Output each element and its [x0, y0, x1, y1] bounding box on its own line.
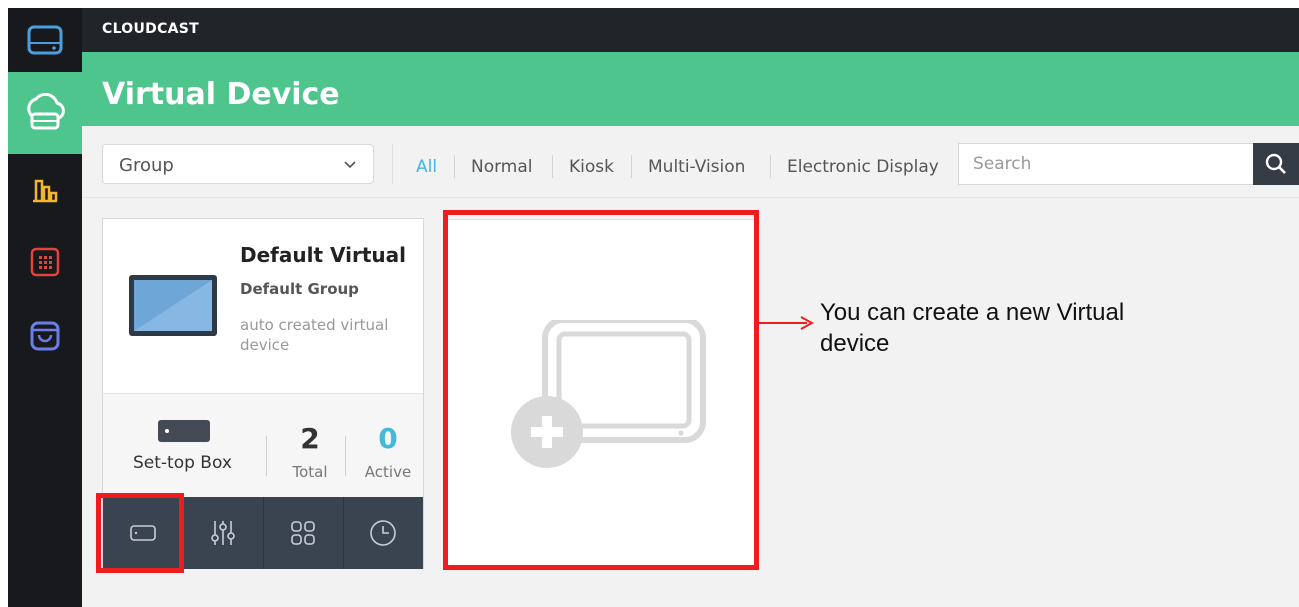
sidebar: [8, 8, 82, 607]
set-top-box-icon: [158, 420, 210, 442]
search-icon: [1265, 153, 1286, 174]
apps-button[interactable]: [263, 497, 343, 569]
sidebar-item-cloud-device[interactable]: [8, 72, 82, 154]
title-bar: Virtual Device: [82, 52, 1299, 126]
brand-name: CLOUDCAST: [102, 21, 200, 37]
tab-multi-vision[interactable]: Multi-Vision: [648, 157, 745, 177]
tab-divider: [631, 155, 632, 178]
sidebar-item-schedule[interactable]: [8, 230, 82, 294]
grid-calendar-icon: [30, 247, 60, 277]
device-card[interactable]: Default Virtual Default Group auto creat…: [102, 218, 424, 569]
clock-icon: [370, 520, 396, 546]
sidebar-item-store[interactable]: [8, 304, 82, 368]
main-content: Group All Normal Kiosk Multi-Vision Elec…: [82, 126, 1299, 607]
apps-grid-icon: [291, 521, 315, 545]
search-box: [958, 143, 1254, 185]
active-label: Active: [364, 463, 412, 481]
schedule-button[interactable]: [343, 497, 423, 569]
tab-divider: [454, 155, 455, 178]
storage-icon: [27, 25, 63, 55]
group-select[interactable]: Group: [102, 144, 374, 184]
tablet-device-icon: [129, 275, 217, 336]
stats-divider: [266, 436, 267, 476]
filter-bar: Group All Normal Kiosk Multi-Vision Elec…: [82, 126, 1299, 198]
device-description: auto created virtual device: [240, 316, 389, 354]
device-actions: [103, 497, 423, 569]
filter-divider: [392, 144, 393, 184]
set-top-box-icon: [130, 525, 156, 541]
search-input[interactable]: [959, 144, 1254, 184]
tab-electronic-display[interactable]: Electronic Display: [787, 157, 939, 177]
stats-divider: [345, 436, 346, 476]
total-label: Total: [292, 463, 328, 481]
bag-icon: [30, 321, 60, 351]
add-device-card[interactable]: [446, 219, 758, 569]
active-count: 0: [378, 422, 398, 455]
tab-kiosk[interactable]: Kiosk: [569, 157, 614, 177]
equalizer-icon: [211, 521, 235, 545]
sidebar-item-storage[interactable]: [8, 8, 82, 72]
tab-divider: [552, 155, 553, 178]
tab-divider: [770, 155, 771, 178]
search-button[interactable]: [1253, 143, 1299, 185]
settings-button[interactable]: [183, 497, 263, 569]
device-group: Default Group: [240, 280, 359, 298]
tab-normal[interactable]: Normal: [471, 157, 533, 177]
device-name: Default Virtual: [240, 243, 406, 267]
cloud-device-icon: [27, 92, 65, 130]
arrow-right-icon: [800, 316, 814, 330]
top-bar: CLOUDCAST: [82, 8, 1299, 52]
sidebar-item-statistics[interactable]: [8, 158, 82, 222]
callout-text: You can create a new Virtual device: [820, 299, 1125, 357]
tab-all[interactable]: All: [416, 157, 437, 177]
device-stats: Set-top Box 2 Total 0 Active: [103, 393, 423, 497]
chart-icon: [33, 179, 58, 203]
set-top-box-button[interactable]: [103, 497, 183, 569]
group-select-value: Group: [119, 155, 174, 176]
chevron-down-icon: [344, 161, 356, 169]
total-count: 2: [300, 422, 320, 455]
page-title: Virtual Device: [102, 77, 340, 112]
device-type-label: Set-top Box: [133, 453, 232, 473]
add-device-icon: [511, 320, 706, 468]
app-window: CLOUDCAST Virtual Device Group All Norma…: [0, 0, 1299, 607]
